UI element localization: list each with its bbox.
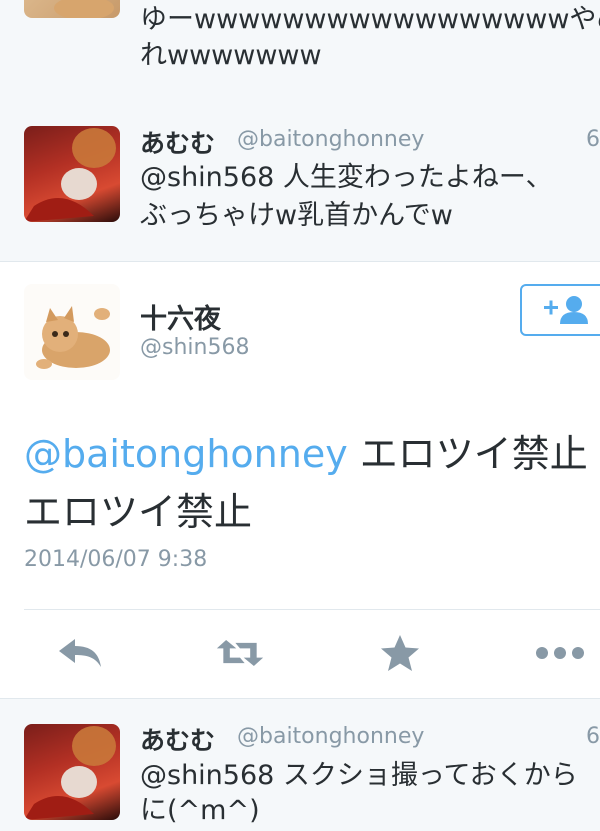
reply-icon <box>59 639 101 667</box>
kitten-avatar-image <box>36 306 110 369</box>
reply-button[interactable] <box>55 635 105 671</box>
tweet-text-line: エロツイ禁止 <box>24 490 253 534</box>
focused-tweet: 十六夜 @shin568 @baitonghonney エロツイ禁止 エロツイ禁… <box>0 262 600 699</box>
cat-avatar-image <box>54 0 114 18</box>
user-name: あむむ <box>140 129 216 158</box>
user-handle: @baitonghonney <box>237 724 425 749</box>
tweet-text: @baitonghonney エロツイ禁止 エロツイ禁止 <box>24 425 588 541</box>
favorite-button[interactable] <box>375 635 425 671</box>
avatar[interactable] <box>24 0 120 18</box>
avatar[interactable] <box>24 126 120 222</box>
add-user-icon <box>544 296 588 324</box>
avatar[interactable] <box>24 724 120 820</box>
retweet-icon <box>216 640 264 666</box>
tweet-text-line: に(^m^) <box>140 795 260 826</box>
tweet-timestamp: 2014/06/07 9:38 <box>24 547 208 572</box>
tweet-text-line: れwwwwwww <box>140 40 322 71</box>
tweet-time: 6 <box>586 127 600 152</box>
retweet-button[interactable] <box>215 635 265 671</box>
avatar[interactable] <box>24 284 120 380</box>
favorite-icon <box>381 635 419 671</box>
follow-button[interactable] <box>520 284 600 336</box>
mention-link[interactable]: @baitonghonney <box>24 432 348 476</box>
divider <box>24 609 600 610</box>
tweet-item[interactable]: ゆーwwwwwwwwwwwwwwwwwやめ れwwwwwww <box>0 0 600 101</box>
user-name: あむむ <box>140 726 216 755</box>
more-button[interactable] <box>535 635 585 671</box>
tweet-text-line: @shin568 スクショ撮っておくから <box>140 760 578 791</box>
tweet-text-line: ゆーwwwwwwwwwwwwwwwwwやめ <box>140 4 600 35</box>
tweet-text-segment: エロツイ禁止 <box>347 432 588 476</box>
user-handle: @shin568 <box>140 335 250 360</box>
tweet-text-line: ぶっちゃけw乳首かんでw <box>140 200 453 231</box>
user-name: 十六夜 <box>140 304 221 335</box>
tweet-time: 6 <box>586 724 600 749</box>
user-avatar-image <box>24 726 116 820</box>
tweet-item[interactable]: あむむ @baitonghonney 6 @shin568 人生変わったよねー、… <box>0 100 600 262</box>
user-avatar-image <box>24 128 116 222</box>
user-handle: @baitonghonney <box>237 127 425 152</box>
tweet-item[interactable]: あむむ @baitonghonney 6 @shin568 スクショ撮っておくか… <box>0 699 600 830</box>
tweet-text-line: @shin568 人生変わったよねー、 <box>140 162 553 193</box>
tweet-text-line: @baitonghonney エロツイ禁止 <box>24 425 588 483</box>
more-icon <box>536 647 584 659</box>
